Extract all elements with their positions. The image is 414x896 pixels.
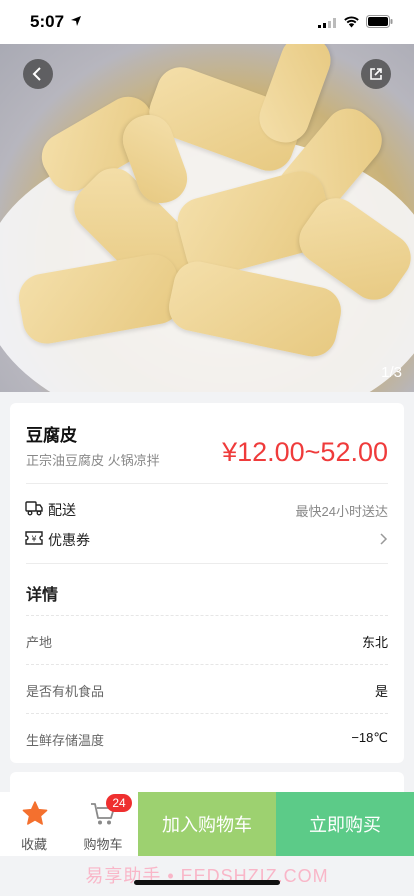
home-indicator[interactable]	[134, 880, 280, 885]
product-card: 豆腐皮 正宗油豆腐皮 火锅凉拌 ¥12.00~52.00 配送 最快24小时送达…	[10, 403, 404, 763]
delivery-truck-icon	[25, 501, 43, 516]
star-icon	[22, 801, 48, 825]
cart-label: 购物车	[83, 837, 123, 852]
product-image[interactable]: 1/3	[0, 44, 414, 392]
wifi-icon	[344, 16, 359, 28]
status-time: 5:07	[30, 12, 65, 31]
bottom-action-bar: 收藏 24 购物车 加入购物车 立即购买	[0, 792, 414, 856]
coupon-ticket-icon: ¥	[25, 531, 43, 545]
cart-button[interactable]: 24 购物车	[68, 792, 138, 856]
product-name: 豆腐皮	[26, 426, 77, 445]
add-to-cart-button[interactable]: 加入购物车	[138, 792, 276, 856]
detail-value: −18℃	[351, 730, 388, 745]
image-pager: 1/3	[381, 364, 402, 381]
status-bar: 5:07	[0, 0, 414, 44]
chevron-left-icon	[32, 67, 41, 81]
divider	[26, 563, 388, 564]
detail-value: 东北	[361, 635, 388, 650]
back-button[interactable]	[23, 59, 53, 89]
product-subtitle: 正宗油豆腐皮 火锅凉拌	[26, 453, 160, 468]
detail-value: 是	[374, 684, 388, 699]
details-title: 详情	[26, 587, 59, 604]
divider	[26, 713, 388, 714]
share-button[interactable]	[361, 59, 391, 89]
detail-key: 生鲜存储温度	[26, 733, 105, 748]
delivery-value: 最快24小时送达	[295, 504, 388, 519]
share-icon	[370, 68, 382, 80]
favorite-label: 收藏	[20, 837, 47, 852]
battery-icon	[366, 15, 393, 28]
detail-key: 产地	[26, 635, 53, 650]
product-price: ¥12.00~52.00	[222, 437, 388, 467]
divider	[26, 483, 388, 484]
divider	[26, 615, 388, 616]
coupon-label: 优惠券	[48, 532, 90, 548]
detail-key: 是否有机食品	[26, 684, 105, 699]
chevron-right-icon	[380, 533, 388, 545]
cellular-signal-icon	[318, 18, 336, 28]
location-arrow-icon	[71, 16, 81, 26]
favorite-button[interactable]: 收藏	[0, 792, 68, 856]
delivery-label: 配送	[48, 502, 76, 518]
buy-now-button[interactable]: 立即购买	[276, 792, 414, 856]
divider	[26, 664, 388, 665]
svg-text:¥: ¥	[31, 535, 36, 544]
cart-count-badge: 24	[106, 794, 132, 812]
